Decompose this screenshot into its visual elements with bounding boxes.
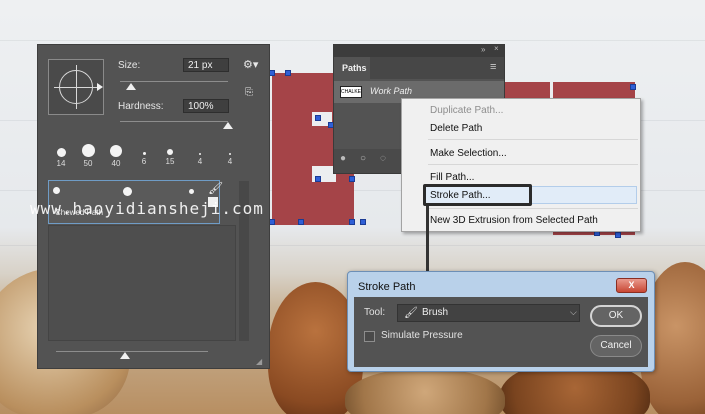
brush-preset[interactable]: 14: [50, 143, 72, 168]
close-button[interactable]: X: [616, 278, 647, 293]
anchor-point[interactable]: [298, 219, 304, 225]
anchor-point[interactable]: [315, 176, 321, 182]
brush-preset[interactable]: 4: [222, 143, 238, 166]
chevron-down-icon: ⌵: [570, 307, 577, 317]
ok-button[interactable]: OK: [590, 305, 642, 327]
tab-paths[interactable]: Paths: [334, 57, 370, 79]
tool-select[interactable]: 🖌 Brush ⌵: [397, 304, 580, 322]
hardness-slider-thumb[interactable]: [223, 122, 233, 129]
tool-label: Tool:: [364, 307, 386, 318]
brush-edit-icon[interactable]: 🖌: [208, 181, 223, 195]
gear-icon[interactable]: ⚙▾: [243, 58, 258, 71]
fill-path-icon[interactable]: ●: [340, 153, 346, 164]
anchor-point[interactable]: [349, 219, 355, 225]
size-slider-thumb[interactable]: [125, 83, 136, 90]
menu-separator: [428, 208, 638, 209]
stroke-path-callout-box: [423, 184, 532, 206]
menu-item-duplicate-path[interactable]: Duplicate Path...: [430, 105, 503, 116]
panel-title-bar[interactable]: » ×: [334, 44, 504, 57]
panel-menu-icon[interactable]: ≡: [490, 61, 496, 73]
path-name: Work Path: [370, 86, 413, 96]
resize-grip-icon[interactable]: ◢: [256, 357, 262, 366]
hardness-label: Hardness:: [118, 101, 164, 112]
brush-preset[interactable]: 15: [160, 143, 180, 166]
cancel-button[interactable]: Cancel: [590, 335, 642, 357]
dialog-title: Stroke Path: [358, 281, 416, 293]
context-menu: Duplicate Path... Delete Path Make Selec…: [401, 98, 641, 232]
menu-separator: [428, 139, 638, 140]
menu-item-new-3d-extrusion[interactable]: New 3D Extrusion from Selected Path: [430, 215, 598, 226]
crosshair-line: [76, 65, 77, 109]
brush-dot: [53, 187, 60, 194]
size-input[interactable]: [183, 58, 229, 72]
simulate-pressure-label: Simulate Pressure: [381, 330, 463, 341]
hardness-input[interactable]: [183, 99, 229, 113]
anchor-point[interactable]: [349, 176, 355, 182]
menu-item-delete-path[interactable]: Delete Path: [430, 123, 482, 134]
size-slider-track[interactable]: [120, 81, 228, 82]
tab-bar: ≡: [370, 57, 504, 79]
anchor-point[interactable]: [285, 70, 291, 76]
menu-separator: [428, 164, 638, 165]
path-thumbnail: CHALKED: [340, 86, 362, 98]
direction-arrow-icon: [97, 83, 103, 91]
anchor-point[interactable]: [315, 115, 321, 121]
watermark: www.haoyidiansheji.com: [30, 199, 264, 218]
hardness-slider-track[interactable]: [120, 121, 228, 122]
brush-preset[interactable]: 4: [192, 143, 208, 166]
preview-size-thumb[interactable]: [120, 352, 130, 359]
brush-list-area[interactable]: [48, 225, 236, 341]
stroke-path-dialog: Stroke Path X Tool: 🖌 Brush ⌵ Simulate P…: [347, 271, 655, 372]
brush-preset[interactable]: 50: [76, 143, 100, 168]
preset-row: 14 50 40 6 15 4 4: [46, 143, 262, 173]
anchor-point[interactable]: [615, 232, 621, 238]
brush-preset[interactable]: 40: [104, 143, 128, 168]
size-label: Size:: [118, 60, 141, 71]
brush-dot: [123, 187, 132, 196]
brush-tip-preview[interactable]: [48, 59, 104, 115]
new-preset-icon[interactable]: ⎘: [245, 87, 253, 98]
dialog-body: Tool: 🖌 Brush ⌵ Simulate Pressure OK Can…: [354, 297, 648, 367]
anchor-point[interactable]: [630, 84, 636, 90]
close-icon[interactable]: ×: [494, 44, 499, 53]
tool-select-value: Brush: [422, 307, 449, 318]
menu-item-fill-path[interactable]: Fill Path...: [430, 172, 474, 183]
collapse-icon[interactable]: »: [481, 45, 485, 54]
preview-size-slider[interactable]: [56, 351, 208, 352]
anchor-point[interactable]: [360, 219, 366, 225]
brush-preset[interactable]: 6: [136, 143, 152, 166]
bread-image: [345, 368, 505, 414]
simulate-pressure-checkbox[interactable]: [364, 331, 375, 342]
selection-icon[interactable]: ◌: [380, 153, 386, 164]
brush-dot: [189, 189, 194, 194]
brush-icon: 🖌: [404, 307, 418, 319]
menu-item-make-selection[interactable]: Make Selection...: [430, 148, 507, 159]
stroke-path-icon[interactable]: ○: [360, 153, 366, 164]
